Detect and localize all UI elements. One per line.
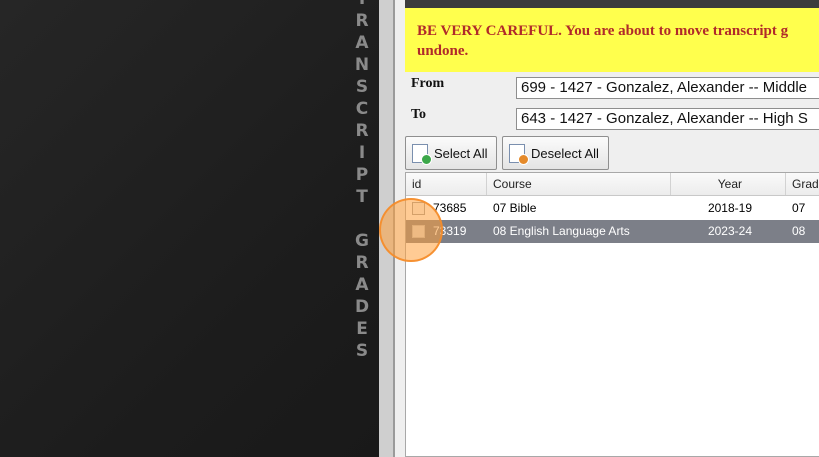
deselect-all-button[interactable]: Deselect All — [502, 136, 609, 170]
remove-document-icon — [509, 143, 529, 165]
table-header: id Course Year Grade — [406, 173, 819, 196]
cell-course: 07 Bible — [493, 201, 537, 215]
title-letter: S — [355, 341, 369, 361]
title-letter: G — [355, 231, 369, 251]
panel-header-bar — [405, 0, 819, 8]
title-letter: R — [355, 121, 369, 141]
to-label: To — [411, 107, 427, 122]
title-letter: R — [355, 253, 369, 273]
title-letter: R — [355, 11, 369, 31]
deselect-all-label: Deselect All — [531, 145, 599, 161]
select-all-label: Select All — [434, 145, 488, 161]
cell-course: 08 English Language Arts — [493, 224, 630, 238]
table-row[interactable]: 73685 07 Bible 2018-19 07 — [406, 197, 819, 220]
title-letter: E — [356, 319, 368, 339]
header-year[interactable]: Year — [671, 173, 786, 195]
title-letter: S — [355, 77, 369, 97]
from-label: From — [411, 76, 445, 91]
cell-grade: 07 — [792, 201, 806, 215]
title-letter: A — [355, 275, 369, 295]
warning-line-1: BE VERY CAREFUL. You are about to move t… — [417, 23, 789, 39]
title-letter: T — [352, 0, 372, 10]
header-grade[interactable]: Grade — [786, 173, 819, 195]
vertical-title: T R A N S C R I P T G R A D E S — [352, 0, 372, 362]
table-row[interactable]: 73319 08 English Language Arts 2023-24 0… — [406, 220, 819, 243]
header-course[interactable]: Course — [487, 173, 671, 195]
cell-year: 2018-19 — [707, 201, 752, 215]
add-document-icon — [412, 143, 432, 165]
click-indicator — [379, 198, 443, 262]
to-select[interactable]: 643 - 1427 - Gonzalez, Alexander -- High… — [516, 108, 819, 130]
cell-grade: 08 — [792, 224, 806, 238]
warning-line-2: undone. — [417, 43, 469, 59]
grades-table: id Course Year Grade 73685 07 Bible 2018… — [405, 172, 819, 457]
move-grades-panel: BE VERY CAREFUL. You are about to move t… — [394, 0, 819, 457]
title-letter: N — [354, 55, 370, 75]
header-id[interactable]: id — [406, 173, 487, 195]
title-letter: P — [355, 165, 369, 185]
title-letter: A — [355, 33, 369, 53]
from-select[interactable]: 699 - 1427 - Gonzalez, Alexander -- Midd… — [516, 77, 819, 99]
select-all-button[interactable]: Select All — [405, 136, 497, 170]
title-letter: T — [356, 187, 368, 207]
warning-banner: BE VERY CAREFUL. You are about to move t… — [405, 8, 819, 72]
title-letter: I — [358, 143, 366, 163]
title-spacer — [352, 208, 372, 230]
title-letter: C — [355, 99, 369, 119]
title-letter: D — [354, 297, 370, 317]
cell-year: 2023-24 — [707, 224, 752, 238]
